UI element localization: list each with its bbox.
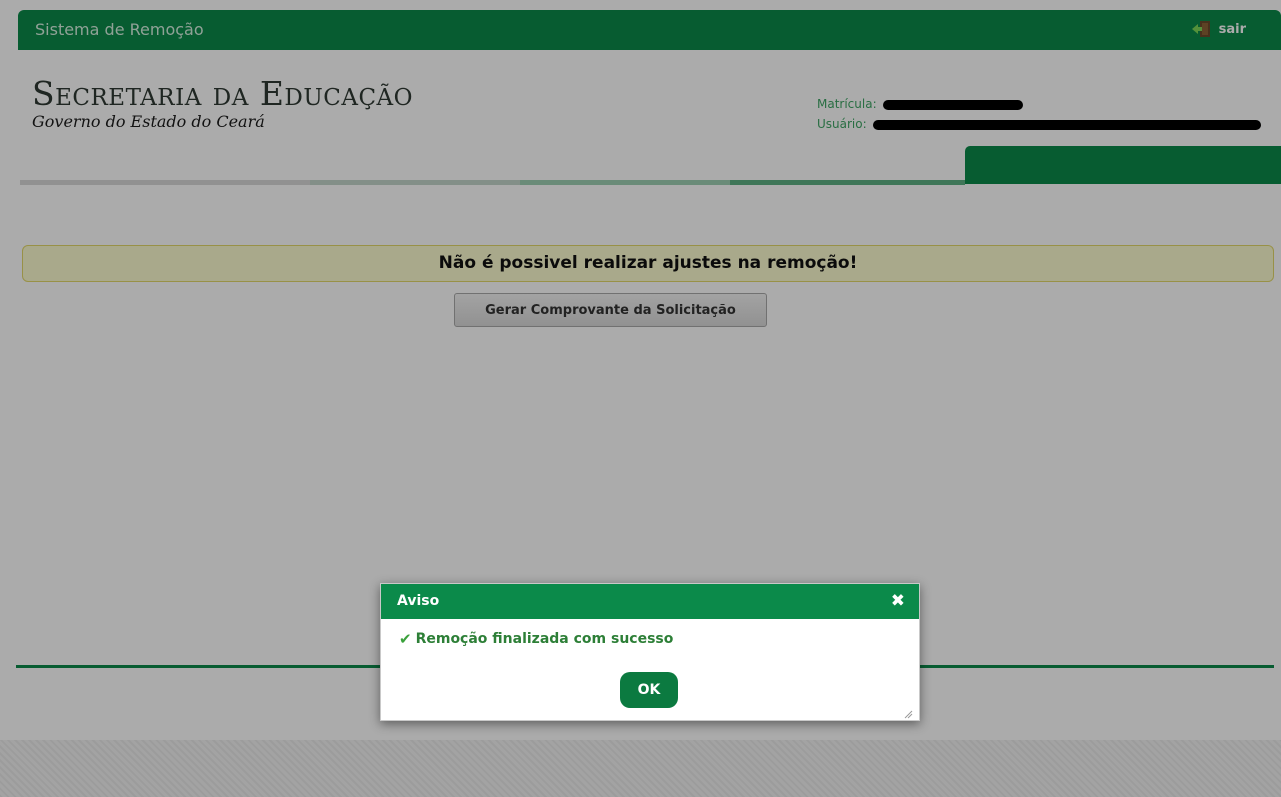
dialog-message-text: Remoção finalizada com sucesso (415, 631, 674, 647)
dialog-message: ✔ Remoção finalizada com sucesso (399, 630, 673, 648)
dialog-title: Aviso (397, 593, 440, 609)
dialog-header: Aviso ✖ (381, 584, 919, 619)
ok-button[interactable]: OK (620, 672, 678, 708)
alert-dialog: Aviso ✖ ✔ Remoção finalizada com sucesso… (380, 583, 920, 721)
close-icon[interactable]: ✖ (891, 591, 905, 611)
check-icon: ✔ (399, 630, 412, 648)
resize-handle-icon[interactable] (903, 704, 913, 719)
